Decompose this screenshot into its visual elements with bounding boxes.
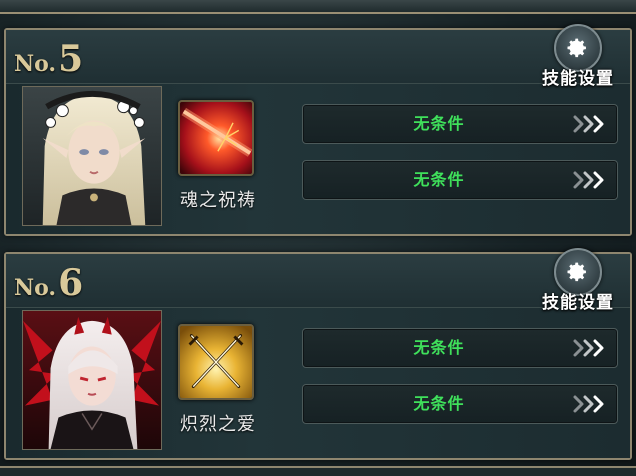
triple-chevron-right-icon: [573, 339, 604, 357]
no-prefix: No.: [14, 51, 57, 77]
elf-portrait-image: [23, 87, 161, 225]
gear-icon: [567, 262, 586, 282]
skill-name: 魂之祝祷: [180, 190, 256, 211]
crossed-swords-skill-icon: [180, 326, 252, 398]
card-header: [6, 254, 630, 308]
skill-name: 炽烈之爱: [180, 414, 256, 435]
character-card-5: No. 5 技能设置 魂之祝祷 无条件 无条件: [4, 24, 632, 236]
skill-config-screen: No. 5 技能设置 魂之祝祷 无条件 无条件 No. 6 技能设置 炽烈之爱 …: [0, 0, 636, 476]
triple-chevron-right-icon: [573, 171, 604, 189]
condition-text: 无条件: [413, 114, 465, 133]
previous-card-edge: [0, 0, 636, 14]
condition-slot-2[interactable]: 无条件: [302, 384, 618, 424]
slot-number: 5: [58, 38, 84, 80]
slot-number: 6: [58, 262, 84, 304]
skill-settings-label[interactable]: 技能设置: [542, 64, 614, 89]
slot-number-label: No. 6: [14, 262, 83, 304]
character-portrait[interactable]: [22, 310, 162, 450]
skill-icon[interactable]: [178, 100, 254, 176]
red-winged-portrait-image: [23, 311, 161, 449]
no-prefix: No.: [14, 275, 57, 301]
condition-slot-2[interactable]: 无条件: [302, 160, 618, 200]
slot-number-label: No. 5: [14, 38, 83, 80]
condition-text: 无条件: [413, 394, 465, 413]
card-header: [6, 30, 630, 84]
next-card-edge: [0, 466, 636, 476]
triple-chevron-right-icon: [573, 395, 604, 413]
character-card-6: No. 6 技能设置 炽烈之爱 无条件 无条件: [4, 248, 632, 460]
skill-settings-label[interactable]: 技能设置: [542, 288, 614, 313]
skill-icon[interactable]: [178, 324, 254, 400]
condition-slot-1[interactable]: 无条件: [302, 328, 618, 368]
condition-text: 无条件: [413, 170, 465, 189]
gear-icon: [567, 38, 586, 58]
character-portrait[interactable]: [22, 86, 162, 226]
condition-slot-1[interactable]: 无条件: [302, 104, 618, 144]
red-slash-skill-icon: [180, 102, 252, 174]
triple-chevron-right-icon: [573, 115, 604, 133]
condition-text: 无条件: [413, 338, 465, 357]
